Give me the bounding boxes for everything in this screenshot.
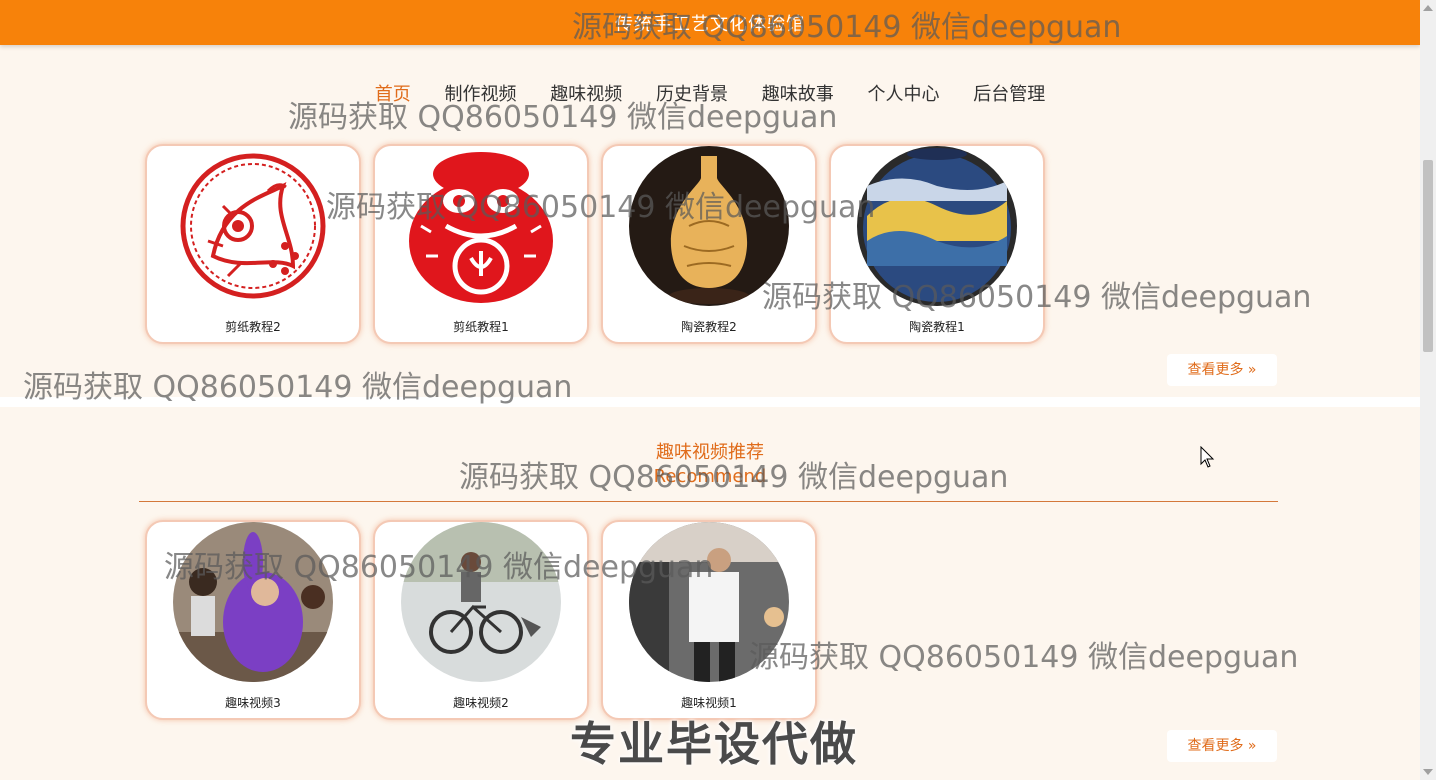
video-card[interactable]: 趣味视频3 <box>145 520 361 720</box>
nav-item-home[interactable]: 首页 <box>375 80 411 106</box>
double-chevron-right-icon: » <box>1243 738 1257 754</box>
card-caption: 剪纸教程2 <box>225 320 281 334</box>
card-caption: 陶瓷教程1 <box>909 320 965 334</box>
card-caption: 趣味视频3 <box>225 696 281 710</box>
nav-item-profile[interactable]: 个人中心 <box>867 80 939 106</box>
recommend-underline <box>139 501 1278 502</box>
view-more-label: 查看更多 <box>1187 362 1244 378</box>
white-shirt-video-thumbnail <box>629 522 789 682</box>
nav-item-stories[interactable]: 趣味故事 <box>762 80 834 106</box>
purple-costume-video-thumbnail <box>173 522 333 682</box>
section-divider <box>0 397 1420 407</box>
vertical-scrollbar[interactable] <box>1420 0 1436 780</box>
view-more-label: 查看更多 <box>1187 738 1244 754</box>
tutorial-card[interactable]: 剪纸教程2 <box>145 144 361 344</box>
view-more-tutorials-button[interactable]: 查看更多 » <box>1167 354 1277 386</box>
nav-item-making-videos[interactable]: 制作视频 <box>445 80 517 106</box>
promo-banner-text: 专业毕设代做 <box>570 717 858 771</box>
papercut-peacock-image <box>173 146 333 306</box>
tutorial-card[interactable]: 陶瓷教程2 <box>601 144 817 344</box>
nav-item-history[interactable]: 历史背景 <box>656 80 728 106</box>
card-caption: 陶瓷教程2 <box>681 320 737 334</box>
card-caption: 趣味视频2 <box>453 696 509 710</box>
scroll-down-arrow-icon[interactable] <box>1423 769 1433 775</box>
scrollbar-thumb[interactable] <box>1423 160 1433 352</box>
site-title: 传统手工艺文化体验馆 <box>615 14 805 35</box>
double-chevron-right-icon: » <box>1243 362 1257 378</box>
tutorial-card[interactable]: 剪纸教程1 <box>373 144 589 344</box>
nav-item-fun-videos[interactable]: 趣味视频 <box>550 80 622 106</box>
painted-jar-image <box>857 146 1017 306</box>
card-caption: 剪纸教程1 <box>453 320 509 334</box>
bicycle-video-thumbnail <box>401 522 561 682</box>
nav-item-admin[interactable]: 后台管理 <box>973 80 1045 106</box>
mouse-cursor-icon <box>1200 446 1215 468</box>
video-card[interactable]: 趣味视频1 <box>601 520 817 720</box>
video-card[interactable]: 趣味视频2 <box>373 520 589 720</box>
view-more-videos-button[interactable]: 查看更多 » <box>1167 730 1277 762</box>
papercut-monkey-image <box>401 146 561 306</box>
top-header-bar: 传统手工艺文化体验馆 <box>0 0 1420 45</box>
main-nav: 首页 制作视频 趣味视频 历史背景 趣味故事 个人中心 后台管理 <box>0 80 1420 106</box>
scroll-up-arrow-icon[interactable] <box>1423 5 1433 11</box>
porcelain-vase-image <box>629 146 789 306</box>
tutorial-card[interactable]: 陶瓷教程1 <box>829 144 1045 344</box>
